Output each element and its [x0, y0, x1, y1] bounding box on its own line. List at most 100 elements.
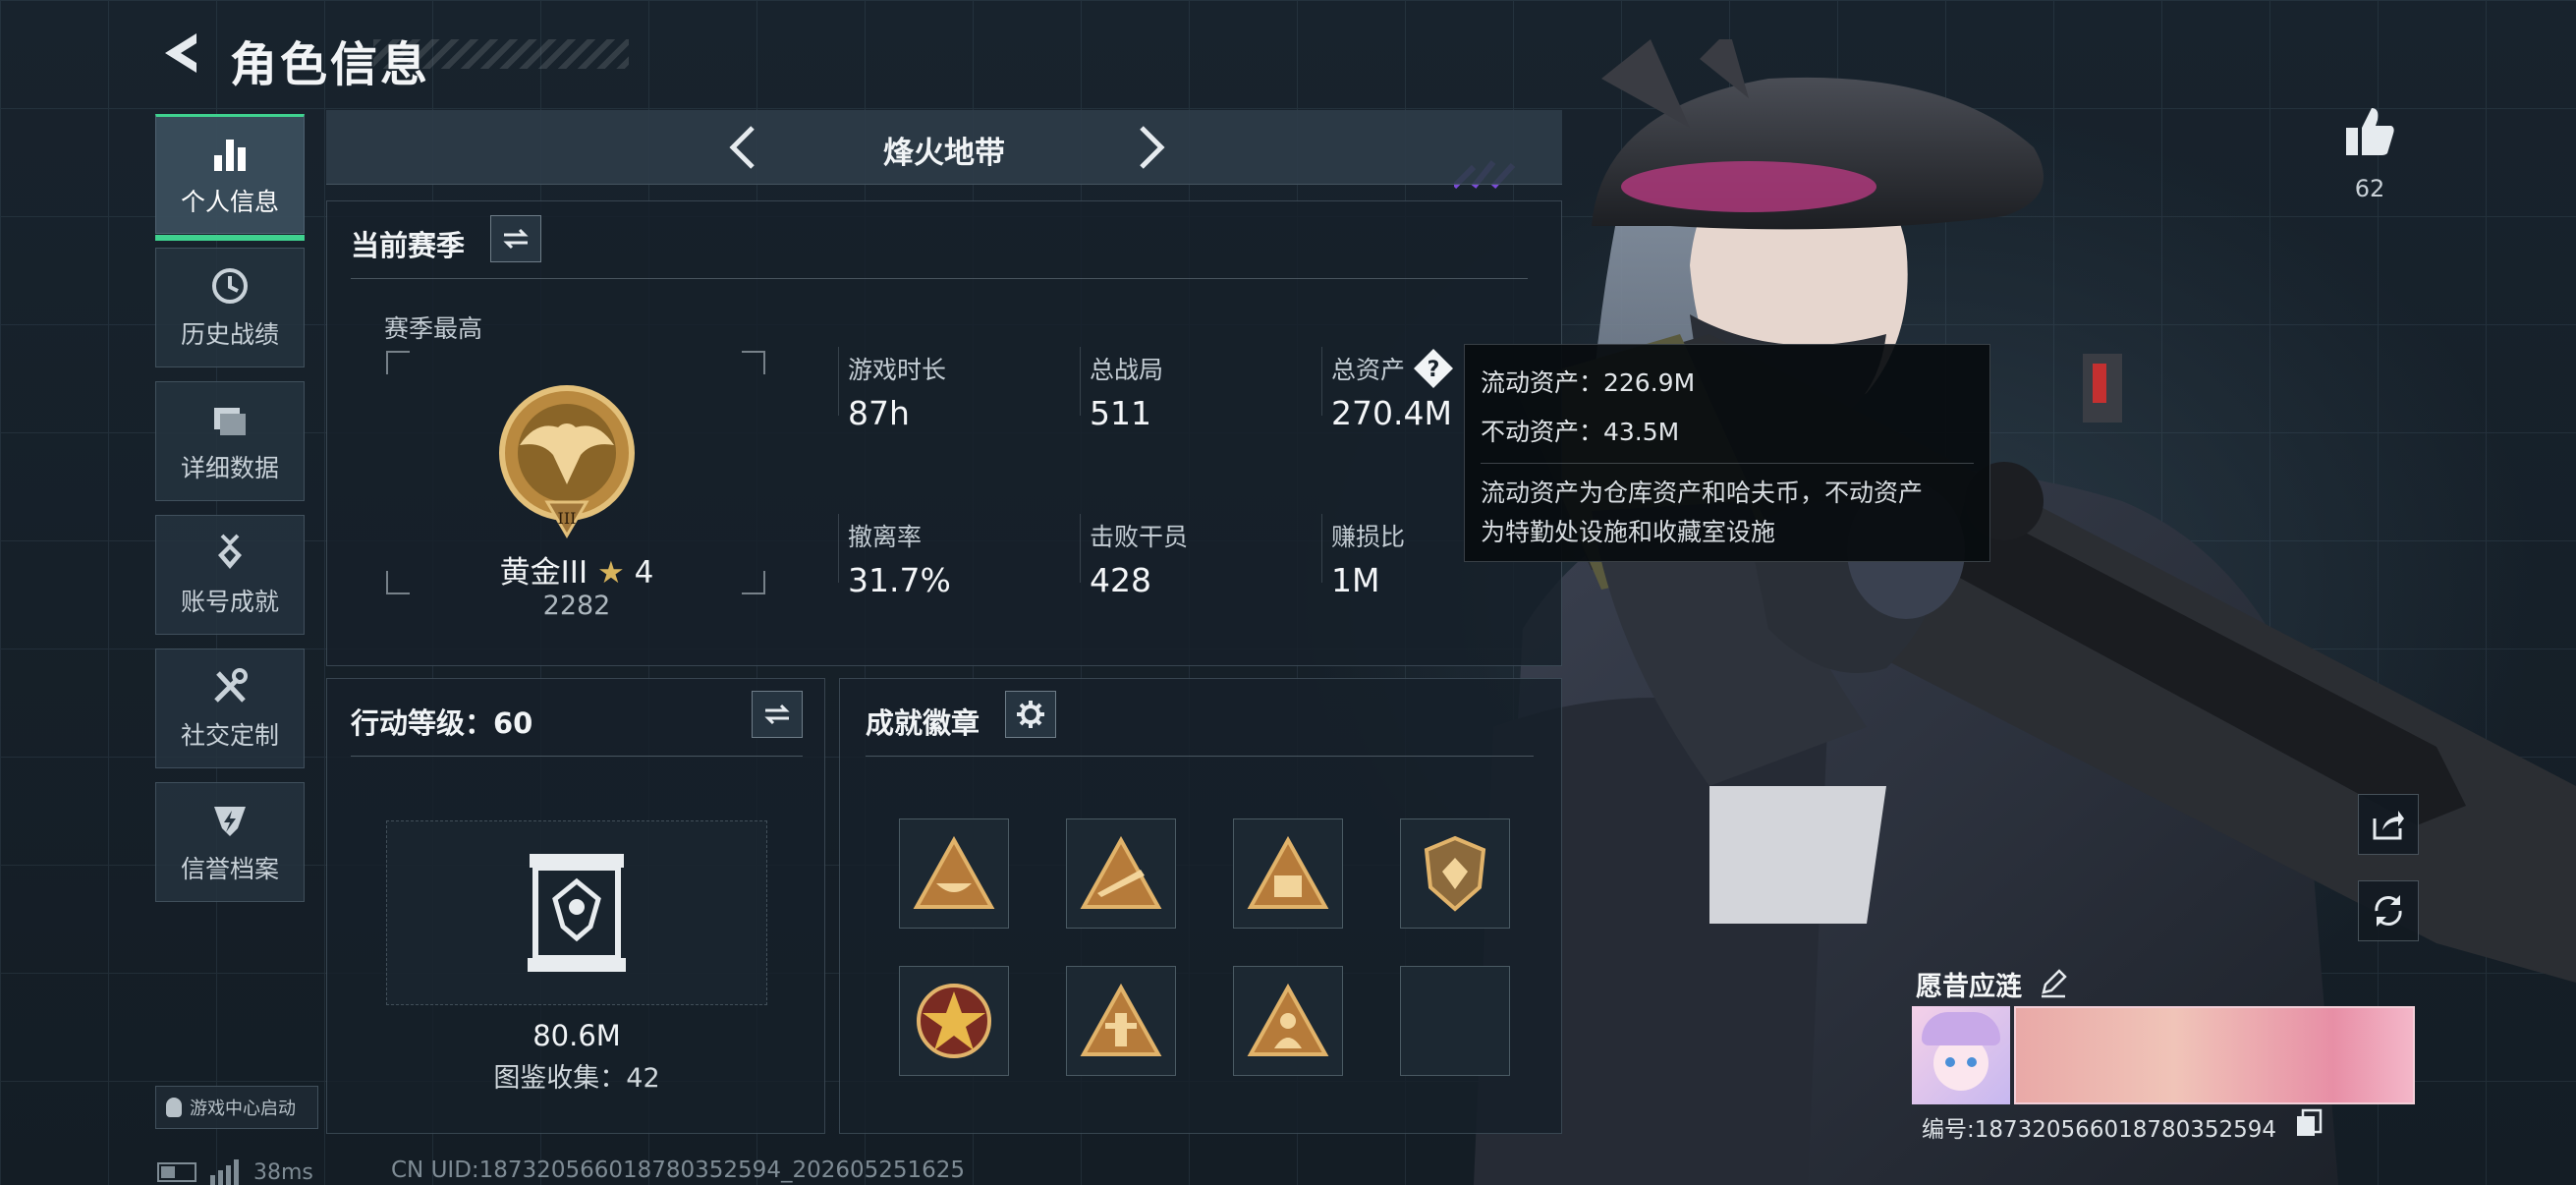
svg-text:?: ?	[1428, 358, 1440, 382]
signal-icon	[210, 1159, 239, 1185]
history-clock-icon	[212, 268, 248, 304]
triangle-rifle-badge-icon	[1080, 836, 1162, 909]
triangle-bowl-badge-icon	[913, 836, 995, 909]
stat-divider	[1080, 347, 1081, 416]
edit-pencil-icon[interactable]	[2038, 967, 2069, 998]
next-mode-arrow-icon[interactable]	[1124, 122, 1175, 173]
game-center-label: 游戏中心启动	[190, 1099, 296, 1119]
shield-badge-icon	[1424, 835, 1486, 912]
nav-label: 详细数据	[180, 454, 279, 482]
swap-icon	[764, 704, 790, 725]
divider	[1481, 463, 1974, 464]
stat-divider	[1321, 347, 1322, 416]
triangle-tower-badge-icon	[1080, 984, 1162, 1056]
tooltip-liquid-assets: 流动资产：226.9M	[1481, 368, 1696, 397]
stat-value: 270.4M	[1331, 394, 1452, 432]
stat-label: 游戏时长	[848, 356, 947, 384]
stat-value: 428	[1090, 561, 1151, 599]
stat-divider	[1321, 514, 1322, 583]
achievement-badge[interactable]	[1233, 966, 1343, 1076]
rank-line: 黄金III ★ 4	[386, 547, 767, 592]
achievement-badge[interactable]	[1233, 818, 1343, 929]
collection-case-icon	[528, 854, 626, 972]
gear-icon	[1017, 701, 1044, 728]
refresh-icon	[2375, 895, 2402, 927]
action-level-switch-button[interactable]	[752, 691, 803, 738]
stat-divider	[838, 514, 839, 583]
divider	[351, 756, 803, 757]
ping-text: 38ms	[253, 1159, 313, 1185]
stat-divider	[838, 347, 839, 416]
achievements-title: 成就徽章	[866, 706, 980, 740]
stat-label: 总资产	[1331, 356, 1406, 384]
triangle-soldier-badge-icon	[1247, 984, 1329, 1056]
name-card-banner	[2014, 1006, 2415, 1104]
player-id: 编号:18732056601878035259­4	[1922, 1117, 2277, 1143]
nav-item-personal-info[interactable]: 个人信息	[155, 114, 305, 241]
nav-label: 账号成就	[180, 588, 279, 616]
stat-value: 1M	[1331, 561, 1380, 599]
battery-icon	[157, 1162, 196, 1182]
rank-name: 黄金III	[499, 555, 588, 591]
nav-item-achievements[interactable]: 账号成就	[155, 515, 305, 635]
thumbs-up-icon[interactable]	[2342, 104, 2397, 159]
action-level-title: 行动等级：60	[351, 706, 533, 740]
player-card	[1912, 1006, 2415, 1104]
achievement-badge[interactable]	[1400, 818, 1510, 929]
achievement-badge[interactable]	[899, 966, 1009, 1076]
stat-label: 总战局	[1090, 356, 1164, 384]
achievement-badge[interactable]	[899, 818, 1009, 929]
tools-icon	[214, 668, 248, 703]
stat-label: 撤离率	[848, 523, 923, 551]
mode-selector: 烽火地带	[326, 110, 1562, 185]
share-icon	[2373, 811, 2404, 840]
game-center-button[interactable]: 游戏中心启动	[155, 1086, 318, 1129]
refresh-button[interactable]	[2358, 880, 2419, 941]
like-count: 62	[2354, 175, 2385, 202]
triangle-crate-badge-icon	[1247, 836, 1329, 909]
player-name: 愿昔应涟	[1916, 972, 2022, 1002]
collection-label: 图鉴收集：42	[493, 1063, 660, 1094]
rank-star-icon: ★	[596, 555, 625, 591]
stat-value: 511	[1090, 394, 1151, 432]
nav-label: 信誉档案	[180, 855, 279, 883]
rank-score: 2282	[542, 591, 611, 621]
nav-label: 社交定制	[180, 721, 279, 750]
asset-tooltip: 流动资产：226.9M 不动资产：43.5M 流动资产为仓库资产和哈夫币，不动资…	[1464, 344, 1990, 562]
collection-value: 80.6M	[532, 1019, 621, 1052]
frame-corner	[386, 351, 410, 374]
achievement-badge[interactable]	[1066, 966, 1176, 1076]
avatar[interactable]	[1912, 1006, 2010, 1104]
tooltip-fixed-assets: 不动资产：43.5M	[1481, 418, 1680, 446]
back-arrow-icon[interactable]	[157, 28, 204, 79]
stat-value: 87h	[848, 394, 910, 432]
mode-title: 烽火地带	[883, 136, 1005, 171]
divider	[351, 278, 1528, 279]
svg-text:III: III	[558, 509, 577, 528]
status-bar: 38ms	[157, 1159, 313, 1185]
gold-rank-emblem-icon: III	[499, 385, 635, 538]
season-best-label: 赛季最高	[384, 314, 483, 343]
rank-stars: 4	[634, 555, 654, 591]
nav-item-social[interactable]: 社交定制	[155, 649, 305, 768]
season-panel: 当前赛季 赛季最高 III 黄金III ★ 4 2282 游戏时长 87h 总战…	[326, 200, 1562, 666]
share-button[interactable]	[2358, 794, 2419, 855]
uid-text: CN UID:18732056601878035259­4_2026052516…	[391, 1157, 966, 1183]
nav-item-credit[interactable]: 信誉档案	[155, 782, 305, 902]
action-level-panel: 行动等级：60 80.6M 图鉴收集：42	[326, 678, 825, 1134]
stat-label: 击败干员	[1090, 523, 1189, 551]
season-title: 当前赛季	[351, 229, 466, 262]
folder-icon	[214, 408, 246, 435]
achievement-badge[interactable]	[1066, 818, 1176, 929]
nav-item-history[interactable]: 历史战绩	[155, 248, 305, 367]
bar-chart-icon	[214, 140, 246, 171]
achievement-badge-empty[interactable]	[1400, 966, 1510, 1076]
season-switch-button[interactable]	[490, 215, 541, 262]
star-medal-badge-icon	[917, 984, 991, 1058]
achievements-settings-button[interactable]	[1005, 691, 1056, 738]
tooltip-desc-1: 流动资产为仓库资产和哈夫币，不动资产	[1481, 479, 1924, 507]
copy-icon[interactable]	[2295, 1108, 2323, 1138]
nav-item-detail-data[interactable]: 详细数据	[155, 381, 305, 501]
help-question-icon[interactable]: ?	[1412, 347, 1455, 390]
tooltip-desc-2: 为特勤处设施和收藏室设施	[1481, 518, 1776, 546]
